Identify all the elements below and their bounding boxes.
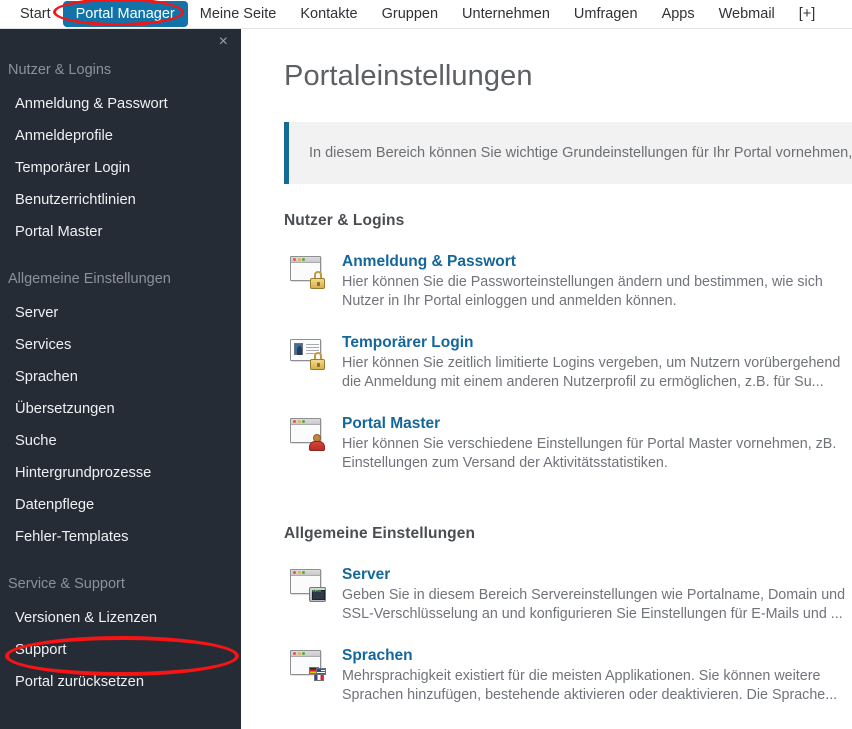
sidebar-item-support[interactable]: Support [0,634,241,666]
info-banner-text: In diesem Bereich können Sie wichtige Gr… [309,144,852,161]
entry-portal-master[interactable]: Portal Master Hier können Sie verschiede… [284,414,852,473]
window-flags-icon [290,649,326,681]
top-navigation-bar: Start Portal Manager Meine Seite Kontakt… [0,0,852,29]
entry-title-portal-master[interactable]: Portal Master [342,414,440,433]
nav-item-unternehmen[interactable]: Unternehmen [450,2,562,26]
entry-sprachen[interactable]: Sprachen Mehrsprachigkeit existiert für … [284,646,852,705]
section-heading-nutzer-logins: Nutzer & Logins [284,212,405,229]
main-content: Portaleinstellungen In diesem Bereich kö… [241,29,852,729]
sidebar-item-hintergrundprozesse[interactable]: Hintergrundprozesse [0,457,241,489]
entry-desc-portal-master: Hier können Sie verschiedene Einstellung… [342,436,837,471]
window-lock-icon [290,255,325,289]
sidebar-item-anmeldung-passwort[interactable]: Anmeldung & Passwort [0,88,241,120]
nav-item-apps[interactable]: Apps [650,2,707,26]
window-person-icon [290,417,325,451]
sidebar-group-service-support: Service & Support [8,576,125,592]
entry-server[interactable]: Server Geben Sie in diesem Bereich Serve… [284,565,852,624]
nav-item-umfragen[interactable]: Umfragen [562,2,650,26]
sidebar-item-server[interactable]: Server [0,297,241,329]
sidebar-item-portal-zuruecksetzen[interactable]: Portal zurücksetzen [0,666,241,698]
activity-wave-icon [312,589,321,592]
sidebar-item-uebersetzungen[interactable]: Übersetzungen [0,393,241,425]
sidebar-item-temporaerer-login[interactable]: Temporärer Login [0,152,241,184]
entry-title-sprachen[interactable]: Sprachen [342,646,413,665]
sidebar-item-versionen-lizenzen[interactable]: Versionen & Lizenzen [0,602,241,634]
info-banner: In diesem Bereich können Sie wichtige Gr… [284,122,852,184]
entry-anmeldung-passwort[interactable]: Anmeldung & Passwort Hier können Sie die… [284,252,852,311]
section-heading-allgemeine-einstellungen: Allgemeine Einstellungen [284,525,476,542]
sidebar-item-sprachen[interactable]: Sprachen [0,361,241,393]
idcard-lock-icon [290,336,325,370]
window-monitor-icon [290,568,326,602]
entry-title-temporaerer-login[interactable]: Temporärer Login [342,333,473,352]
sidebar-item-suche[interactable]: Suche [0,425,241,457]
sidebar-group-allgemeine-einstellungen: Allgemeine Einstellungen [8,271,171,287]
sidebar-item-portal-master[interactable]: Portal Master [0,216,241,248]
sidebar-item-datenpflege[interactable]: Datenpflege [0,489,241,521]
sidebar-item-benutzerrichtlinien[interactable]: Benutzerrichtlinien [0,184,241,216]
entry-temporaerer-login[interactable]: Temporärer Login Hier können Sie zeitlic… [284,333,852,392]
entry-desc-anmeldung-passwort: Hier können Sie die Passworteinstellunge… [342,274,823,309]
entry-desc-temporaerer-login: Hier können Sie zeitlich limitierte Logi… [342,355,841,390]
entry-title-server[interactable]: Server [342,565,390,584]
sidebar-item-services[interactable]: Services [0,329,241,361]
close-icon[interactable]: × [219,34,228,50]
sidebar: × Nutzer & Logins Anmeldung & Passwort A… [0,29,241,729]
nav-item-gruppen[interactable]: Gruppen [370,2,450,26]
sidebar-group-nutzer-logins: Nutzer & Logins [8,62,112,78]
nav-item-add-more[interactable]: [+] [787,2,828,26]
entry-desc-server: Geben Sie in diesem Bereich Servereinste… [342,587,846,622]
nav-item-webmail[interactable]: Webmail [707,2,787,26]
sidebar-item-fehler-templates[interactable]: Fehler-Templates [0,521,241,553]
nav-item-portal-manager[interactable]: Portal Manager [62,1,188,27]
page-title: Portaleinstellungen [284,60,533,92]
nav-item-start[interactable]: Start [8,2,63,26]
entry-desc-sprachen: Mehrsprachigkeit existiert für die meist… [342,668,838,703]
nav-item-kontakte[interactable]: Kontakte [288,2,369,26]
flag-france-icon [314,674,324,681]
nav-item-meine-seite[interactable]: Meine Seite [188,2,289,26]
entry-title-anmeldung-passwort[interactable]: Anmeldung & Passwort [342,252,516,271]
sidebar-item-anmeldeprofile[interactable]: Anmeldeprofile [0,120,241,152]
